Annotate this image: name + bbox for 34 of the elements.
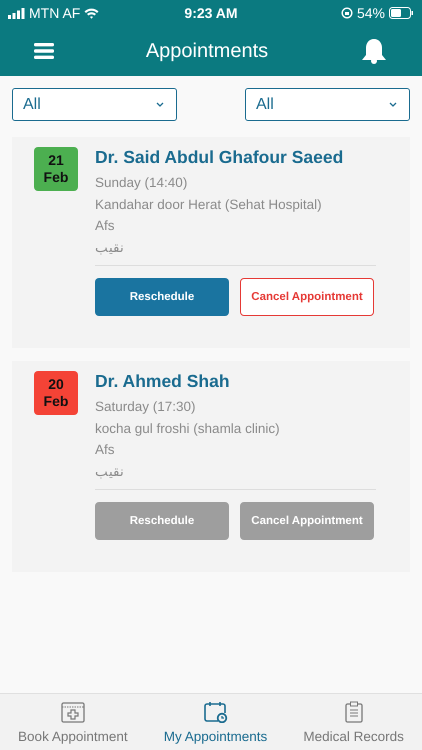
signal-icon xyxy=(8,8,25,18)
detail-text: Afs xyxy=(95,217,116,235)
battery-percent: 54% xyxy=(356,5,385,21)
calendar-clock-icon xyxy=(204,700,228,722)
tab-item[interactable]: Book Appointment xyxy=(18,700,128,744)
chevron-down-icon xyxy=(389,102,397,107)
reschedule-button[interactable]: Reschedule xyxy=(95,278,229,316)
wifi-icon xyxy=(84,8,100,18)
filter-dropdown[interactable]: All xyxy=(12,88,177,121)
tab-item[interactable]: My Appointments xyxy=(164,700,268,744)
bell-icon[interactable] xyxy=(360,37,388,65)
tab-item[interactable]: Medical Records xyxy=(303,700,404,744)
date-badge: 20 Feb xyxy=(34,371,78,415)
doctor-name: Dr. Ahmed Shah xyxy=(95,371,231,392)
clipboard-icon xyxy=(344,700,363,722)
detail-text: Afs xyxy=(95,441,116,459)
carrier-name: MTN AF xyxy=(29,5,80,21)
battery-icon xyxy=(389,7,414,19)
calendar-plus-icon xyxy=(60,700,85,722)
clinic-address: Kandahar door Herat (Sehat Hospital) xyxy=(95,196,323,214)
filter-dropdown[interactable]: All xyxy=(245,88,410,121)
status-time: 9:23 AM xyxy=(184,5,238,21)
rotation-lock-icon xyxy=(340,7,353,19)
cancel-button[interactable]: Cancel Appointment xyxy=(240,278,374,316)
detail-text: نقيب xyxy=(95,462,125,480)
chevron-down-icon xyxy=(156,102,164,107)
appointment-time: Sunday (14:40) xyxy=(95,174,188,192)
appointment-time: Saturday (17:30) xyxy=(95,398,197,416)
menu-icon[interactable] xyxy=(34,43,54,59)
page-title: Appointments xyxy=(146,40,268,62)
doctor-name: Dr. Said Abdul Ghafour Saeed xyxy=(95,147,344,168)
date-badge: 21 Feb xyxy=(34,147,78,191)
clinic-address: kocha gul froshi (shamla clinic) xyxy=(95,420,281,438)
detail-text: نقيب xyxy=(95,238,125,256)
